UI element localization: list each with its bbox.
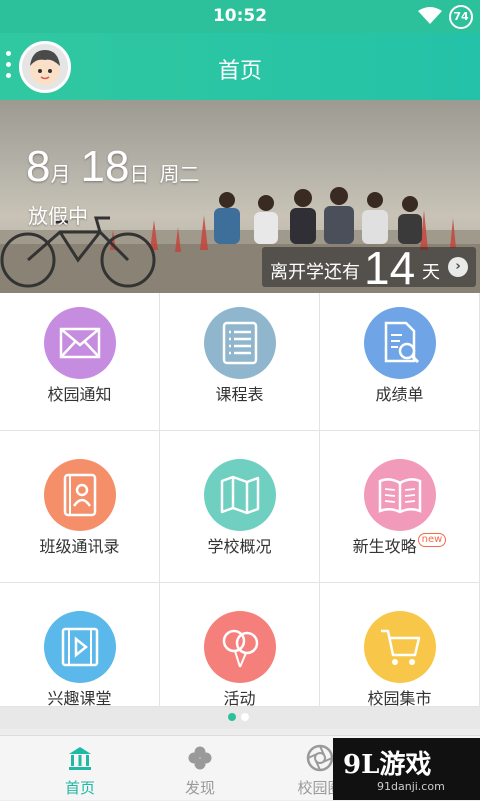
chevron-right-icon[interactable]: ›: [448, 257, 468, 277]
page-dot[interactable]: [241, 713, 249, 721]
date-day: 18: [80, 142, 130, 191]
watermark-title: 9L游戏: [343, 750, 432, 780]
grid-label: 活动: [223, 689, 256, 708]
page-title: 首页: [217, 59, 262, 84]
clover-icon: [188, 746, 212, 770]
battery-indicator: 74: [449, 5, 473, 29]
countdown-suffix: 天: [422, 262, 440, 283]
grid-item-campus-market[interactable]: 校园集市: [320, 583, 480, 708]
grid-label: 学校概况: [207, 537, 272, 556]
holiday-banner[interactable]: 8月 18日 周二 放假中 离开学还有 14 天 ›: [0, 100, 480, 293]
home-building-icon: [69, 747, 91, 770]
grid-item-school-overview[interactable]: 学校概况: [160, 431, 320, 583]
countdown-days: 14: [364, 242, 416, 293]
new-badge: new: [417, 533, 447, 547]
holiday-status: 放假中: [28, 204, 88, 228]
report-search-icon: [364, 307, 436, 379]
video-icon: [44, 611, 116, 683]
feature-grid: 校园通知 课程表 成绩单 班级通讯录 学校概况 新生攻略 new 兴趣课堂 活动…: [0, 293, 480, 708]
grid-item-class-contacts[interactable]: 班级通讯录: [0, 431, 160, 583]
grid-item-timetable[interactable]: 课程表: [160, 293, 320, 431]
countdown-box[interactable]: 离开学还有 14 天 ›: [262, 242, 476, 293]
banner-date: 8月 18日 周二: [26, 142, 209, 192]
cart-icon: [364, 611, 436, 683]
map-icon: [204, 459, 276, 531]
grid-item-freshman-guide[interactable]: 新生攻略 new: [320, 431, 480, 583]
grid-label: 校园通知: [47, 385, 112, 404]
status-time: 10:52: [212, 6, 268, 26]
date-month: 8: [26, 142, 51, 191]
grid-label-text: 新生攻略: [352, 537, 417, 556]
open-book-icon: [364, 459, 436, 531]
balloons-icon: [204, 611, 276, 683]
watermark-url: 91danji.com: [377, 780, 445, 793]
date-month-unit: 月: [50, 162, 71, 186]
contacts-book-icon: [44, 459, 116, 531]
list-icon: [204, 307, 276, 379]
grid-label: 班级通讯录: [39, 537, 120, 556]
date-weekday: 周二: [159, 162, 200, 186]
wifi-icon: [418, 7, 442, 24]
page-dot-active[interactable]: [228, 713, 236, 721]
grid-label: 校园集市: [367, 689, 432, 708]
grid-label: 课程表: [215, 385, 264, 404]
grid-item-transcript[interactable]: 成绩单: [320, 293, 480, 431]
status-bar: 10:52 74: [0, 0, 480, 33]
grid-label: 新生攻略 new: [320, 533, 479, 557]
mail-icon: [44, 307, 116, 379]
countdown-prefix: 离开学还有: [270, 262, 360, 283]
app-header: 首页: [0, 33, 480, 100]
grid-item-interest-class[interactable]: 兴趣课堂: [0, 583, 160, 708]
watermark-logo: 9L游戏 91danji.com: [333, 738, 480, 800]
grid-label: 成绩单: [375, 385, 424, 404]
aperture-icon: [306, 744, 334, 772]
date-day-unit: 日: [129, 162, 150, 186]
grid-label: 兴趣课堂: [47, 689, 112, 708]
grid-item-activity[interactable]: 活动: [160, 583, 320, 708]
page-indicator: [0, 707, 480, 729]
grid-item-campus-notice[interactable]: 校园通知: [0, 293, 160, 431]
